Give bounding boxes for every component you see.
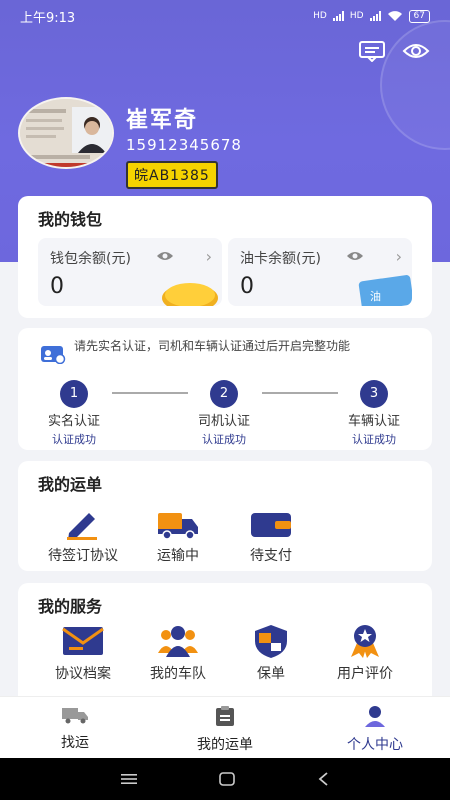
step-connector <box>262 392 338 394</box>
step-number: 1 <box>60 380 88 408</box>
step-number: 2 <box>210 380 238 408</box>
battery-icon: 67 <box>408 9 430 23</box>
step-number: 3 <box>360 380 388 408</box>
tab-label: 找运 <box>61 735 89 751</box>
status-icons: HD HD 67 <box>313 9 430 23</box>
status-time: 上午9:13 <box>20 10 76 26</box>
fuel-card-icon: 油 <box>358 275 412 306</box>
user-name: 崔军奇 <box>126 108 199 133</box>
license-plate-badge: 皖AB1385 <box>126 161 218 189</box>
eye-icon[interactable] <box>156 250 174 262</box>
team-icon <box>158 626 198 657</box>
service-policy[interactable]: 保单 <box>226 623 316 683</box>
order-in-transit[interactable]: 运输中 <box>133 507 223 565</box>
clipboard-icon <box>216 706 234 726</box>
order-label: 运输中 <box>157 548 199 564</box>
wallet-card: 我的钱包 钱包余额(元) › 0 油卡余额(元) › 0 油 <box>18 196 432 318</box>
back-icon[interactable] <box>317 772 329 786</box>
step-status: 认证成功 <box>202 433 246 446</box>
truck-icon <box>62 708 88 724</box>
tab-find-cargo[interactable]: 找运 <box>0 697 150 758</box>
fuel-balance-box[interactable]: 油卡余额(元) › 0 油 <box>228 238 412 306</box>
fuel-card-text: 油 <box>370 289 381 303</box>
truck-icon <box>158 513 198 540</box>
tab-label: 我的运单 <box>197 737 253 753</box>
service-label: 我的车队 <box>150 666 206 682</box>
tab-my-orders[interactable]: 我的运单 <box>150 697 300 758</box>
service-reviews[interactable]: 用户评价 <box>320 623 410 683</box>
avatar[interactable] <box>18 97 114 169</box>
wallet-icon <box>251 513 291 537</box>
services-title: 我的服务 <box>38 597 103 616</box>
chevron-right-icon: › <box>205 247 212 266</box>
fuel-balance-label: 油卡余额(元) <box>240 251 321 267</box>
step-name: 实名认证 <box>47 414 100 429</box>
step-name: 车辆认证 <box>347 414 400 429</box>
bottom-tab-bar: 找运 我的运单 个人中心 <box>0 696 450 758</box>
wifi-icon <box>387 11 402 21</box>
system-navigation-bar <box>0 758 450 800</box>
pen-icon <box>67 513 97 540</box>
hd-label-1: HD <box>313 11 327 21</box>
step-connector <box>112 392 188 394</box>
service-agreements[interactable]: 协议档案 <box>38 623 128 683</box>
wallet-title: 我的钱包 <box>38 210 103 229</box>
order-pending-payment[interactable]: 待支付 <box>226 507 316 565</box>
step-status: 认证成功 <box>352 433 396 446</box>
hd-label-2: HD <box>349 11 364 21</box>
service-fleet[interactable]: 我的车队 <box>133 623 223 683</box>
user-phone: 15912345678 <box>126 136 242 154</box>
orders-title: 我的运单 <box>38 475 103 494</box>
message-icon[interactable] <box>358 40 386 62</box>
tab-personal-center[interactable]: 个人中心 <box>300 697 450 758</box>
step-real-name[interactable]: 1 实名认证 认证成功 <box>34 380 114 447</box>
orders-card: 我的运单 待签订协议 运输中 待支付 <box>18 461 432 571</box>
step-name: 司机认证 <box>197 414 250 429</box>
wallet-balance-label: 钱包余额(元) <box>50 251 131 267</box>
order-label: 待支付 <box>250 548 292 564</box>
id-badge-icon <box>41 346 66 364</box>
medal-icon <box>351 625 379 658</box>
order-pending-agreement[interactable]: 待签订协议 <box>38 507 128 565</box>
order-label: 待签订协议 <box>48 548 118 564</box>
coin-icon <box>162 283 218 306</box>
service-label: 协议档案 <box>55 666 111 682</box>
tab-label: 个人中心 <box>347 737 403 753</box>
person-icon <box>365 706 385 727</box>
verification-note: 请先实名认证，司机和车辆认证通过后开启完整功能 <box>74 339 351 353</box>
home-icon[interactable] <box>219 772 235 786</box>
signal-icon <box>332 11 344 21</box>
menu-icon[interactable] <box>121 773 137 785</box>
fuel-balance-value: 0 <box>240 274 254 299</box>
envelope-icon <box>62 627 104 655</box>
status-bar: 上午9:13 HD HD 67 <box>0 0 450 32</box>
service-label: 保单 <box>257 666 285 682</box>
step-vehicle[interactable]: 3 车辆认证 认证成功 <box>334 380 414 447</box>
wallet-balance-value: 0 <box>50 274 64 299</box>
verification-card: 请先实名认证，司机和车辆认证通过后开启完整功能 1 实名认证 认证成功 2 司机… <box>18 328 432 450</box>
eye-icon[interactable] <box>402 40 430 62</box>
service-label: 用户评价 <box>337 666 393 682</box>
wallet-balance-box[interactable]: 钱包余额(元) › 0 <box>38 238 222 306</box>
shield-icon <box>255 625 287 658</box>
signal-icon <box>369 11 381 21</box>
step-driver[interactable]: 2 司机认证 认证成功 <box>184 380 264 447</box>
step-status: 认证成功 <box>52 433 96 446</box>
eye-icon[interactable] <box>346 250 364 262</box>
chevron-right-icon: › <box>395 247 402 266</box>
header-actions <box>358 40 430 62</box>
